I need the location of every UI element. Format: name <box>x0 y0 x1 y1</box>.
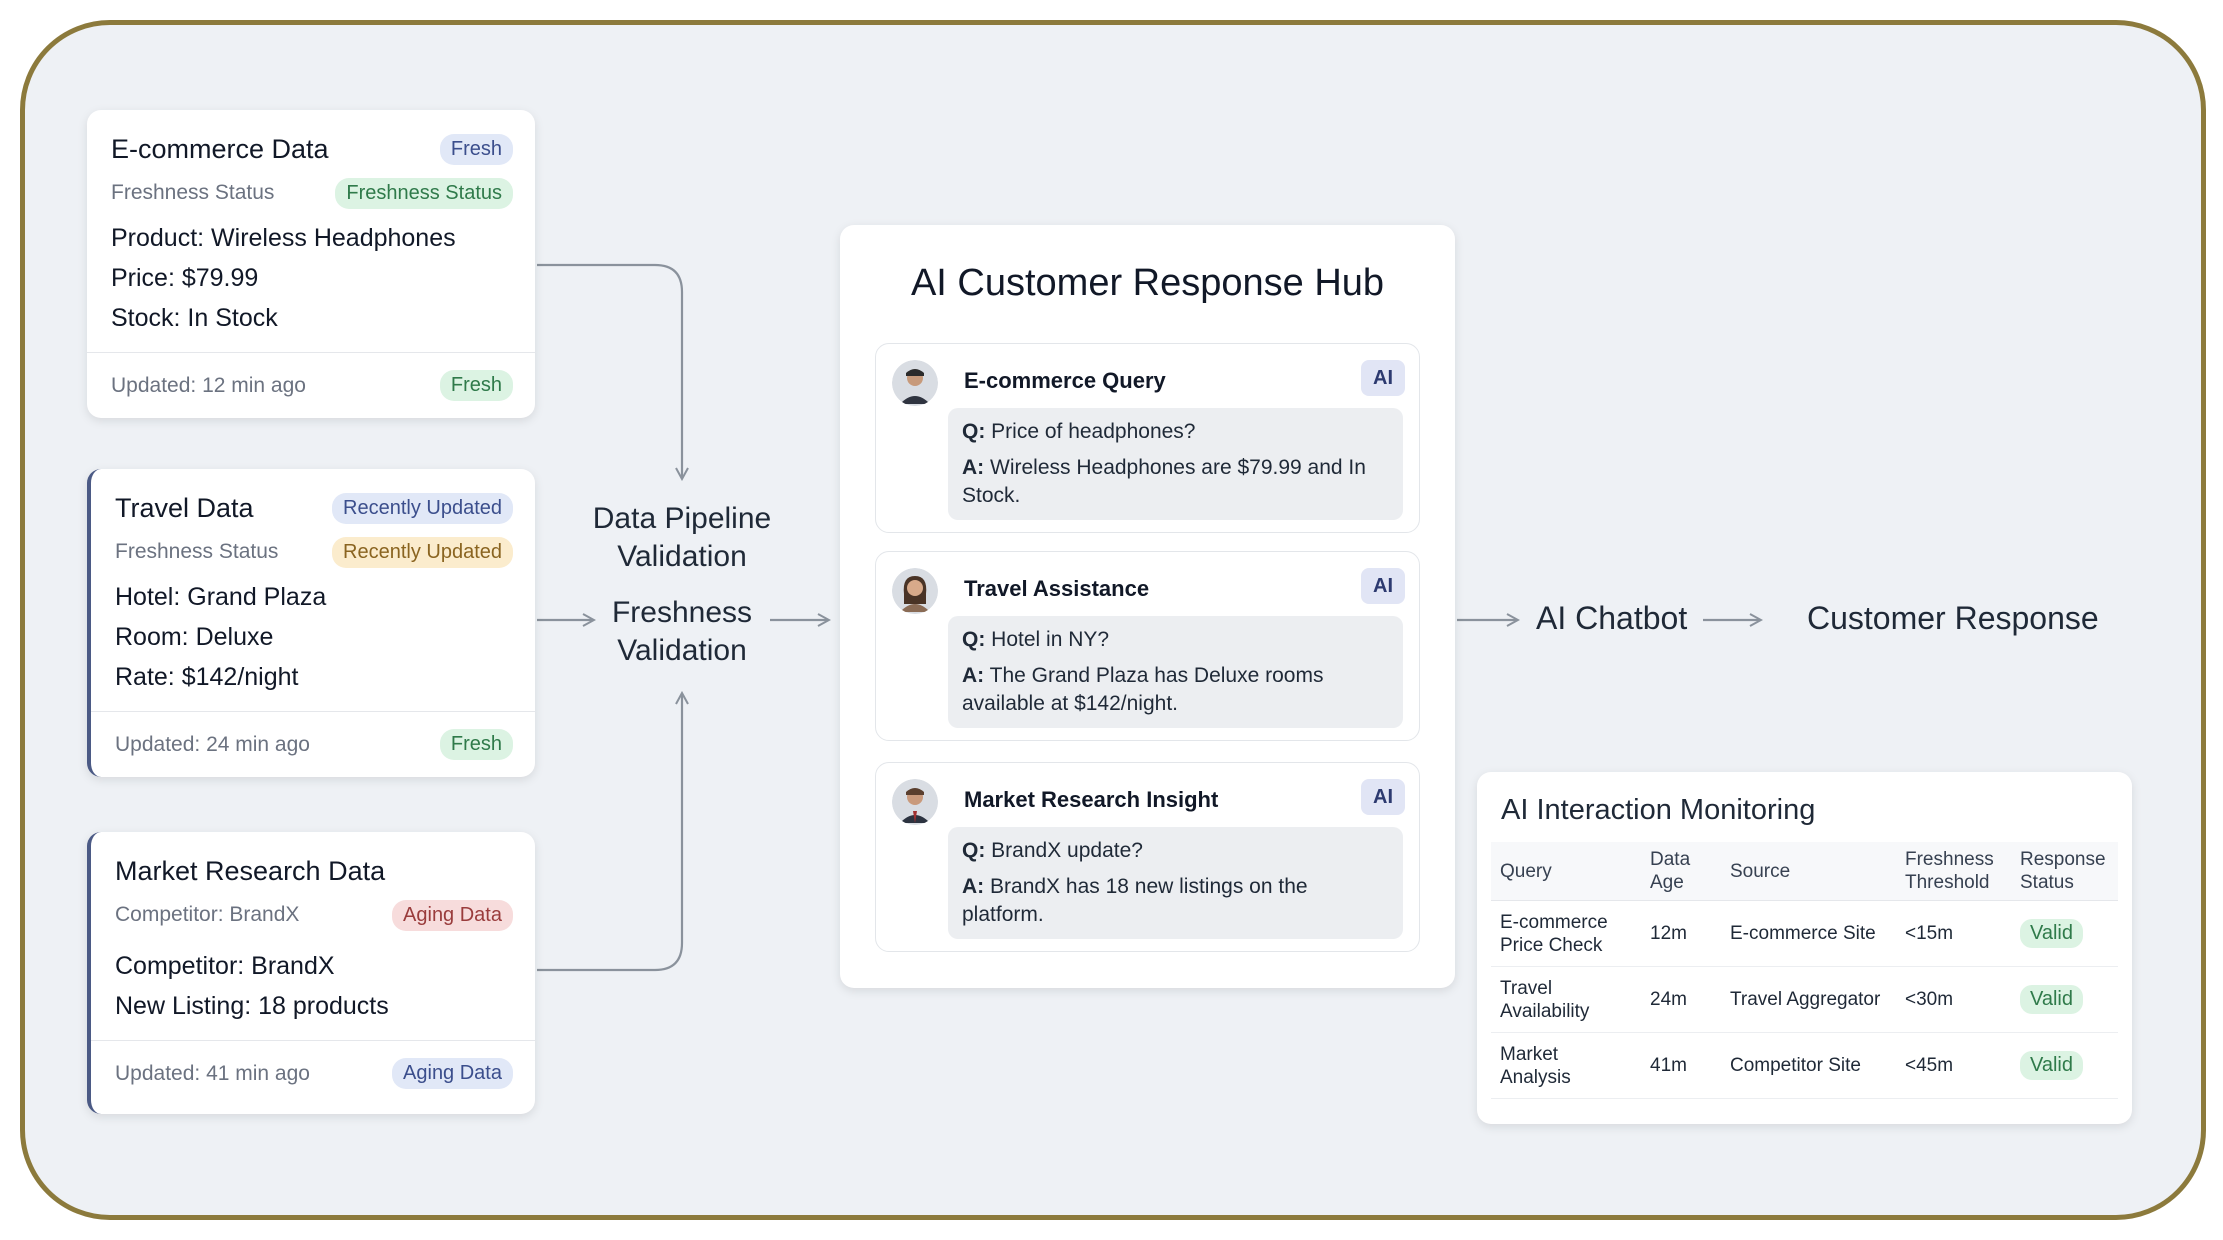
table-cell: Travel Availability <box>1491 966 1641 1033</box>
source-card-travel: Travel Data Recently Updated Freshness S… <box>87 469 535 777</box>
question-text: BrandX update? <box>991 839 1143 862</box>
table-cell: 41m <box>1641 1032 1721 1099</box>
answer-text: BrandX has 18 new listings on the platfo… <box>962 875 1308 926</box>
source-line: Stock: In Stock <box>111 304 278 332</box>
question-prefix: Q: <box>962 420 986 443</box>
question-prefix: Q: <box>962 839 986 862</box>
hub-title: AI Customer Response Hub <box>910 262 1385 304</box>
query-card-ecommerce: E-commerce Query AI Q: Price of headphon… <box>875 343 1420 533</box>
table-cell: Travel Aggregator <box>1721 966 1896 1033</box>
chat-bubble: Q: Price of headphones? A: Wireless Head… <box>948 408 1403 520</box>
answer-text: Wireless Headphones are $79.99 and In St… <box>962 456 1366 507</box>
answer-prefix: A: <box>962 456 985 479</box>
table-row: Market Analysis 41m Competitor Site <45m… <box>1491 1032 2118 1099</box>
source-line: Product: Wireless Headphones <box>111 224 456 252</box>
source-title: E-commerce Data <box>111 133 329 164</box>
source-badge: Recently Updated <box>332 492 513 524</box>
freshness-status-badge: Recently Updated <box>332 536 513 568</box>
avatar-icon <box>892 360 938 406</box>
ai-badge: AI <box>1361 568 1405 604</box>
customer-response-label: Customer Response <box>1807 600 2099 636</box>
column-header: Data Age <box>1641 842 1721 901</box>
arrow-ecommerce-to-pipeline <box>537 263 682 478</box>
freshness-status-badge: Aging Data <box>392 899 513 931</box>
source-card-market-research: Market Research Data Competitor: BrandX … <box>87 832 535 1114</box>
query-title: Travel Assistance <box>964 576 1150 601</box>
table-cell: <30m <box>1896 966 2011 1033</box>
footer-badge: Aging Data <box>392 1058 513 1089</box>
freshness-status-label: Freshness Status <box>115 540 279 563</box>
question-text: Price of headphones? <box>991 420 1196 443</box>
pipeline-label-line: Validation <box>617 634 747 667</box>
pipeline-label-line: Validation <box>617 540 747 573</box>
column-header: Query <box>1491 842 1641 901</box>
answer-text: The Grand Plaza has Deluxe rooms availab… <box>962 664 1324 715</box>
freshness-validation-label: Freshness Validation <box>582 594 782 670</box>
arrow-market-to-pipeline <box>537 694 682 972</box>
chat-bubble: Q: Hotel in NY? A: The Grand Plaza has D… <box>948 616 1403 728</box>
column-header: Freshness Threshold <box>1896 842 2011 901</box>
answer-prefix: A: <box>962 664 985 687</box>
competitor-label: Competitor: BrandX <box>115 903 300 926</box>
table-row: Travel Availability 24m Travel Aggregato… <box>1491 966 2118 1033</box>
monitoring-title: AI Interaction Monitoring <box>1501 794 1816 826</box>
question-prefix: Q: <box>962 628 986 651</box>
answer-prefix: A: <box>962 875 985 898</box>
source-line: Hotel: Grand Plaza <box>115 583 327 611</box>
table-cell: E-commerce Price Check <box>1491 900 1641 967</box>
pipeline-label-line: Freshness <box>611 596 753 629</box>
ai-badge: AI <box>1361 779 1405 815</box>
query-card-travel: Travel Assistance AI Q: Hotel in NY? A: … <box>875 551 1420 741</box>
avatar-icon <box>892 568 938 614</box>
ai-customer-response-hub: AI Customer Response Hub E-commerce Quer… <box>840 225 1455 988</box>
table-cell: Valid <box>2011 966 2118 1033</box>
table-cell: Market Analysis <box>1491 1032 1641 1099</box>
table-row: E-commerce Price Check 12m E-commerce Si… <box>1491 900 2118 967</box>
monitoring-table: Query Data Age Source Freshness Threshol… <box>1491 842 2118 1099</box>
ai-chatbot-label: AI Chatbot <box>1536 600 1688 636</box>
table-cell: <45m <box>1896 1032 2011 1099</box>
source-badge: Fresh <box>439 133 513 165</box>
query-card-market-research: Market Research Insight AI Q: BrandX upd… <box>875 762 1420 952</box>
source-line: Room: Deluxe <box>115 623 274 651</box>
source-line: Rate: $142/night <box>115 663 299 691</box>
table-cell: <15m <box>1896 900 2011 967</box>
status-badge: Valid <box>2020 985 2083 1014</box>
source-line: New Listing: 18 products <box>115 992 389 1020</box>
footer-badge: Fresh <box>439 370 513 401</box>
table-cell: Valid <box>2011 900 2118 967</box>
query-title: E-commerce Query <box>964 368 1166 393</box>
freshness-status-label: Freshness Status <box>111 181 275 204</box>
question-text: Hotel in NY? <box>991 628 1110 651</box>
source-line: Competitor: BrandX <box>115 952 335 980</box>
source-line: Price: $79.99 <box>111 264 259 292</box>
pipeline-label-line: Data Pipeline <box>592 502 772 535</box>
table-cell: E-commerce Site <box>1721 900 1896 967</box>
table-cell: 24m <box>1641 966 1721 1033</box>
table-cell: Valid <box>2011 1032 2118 1099</box>
table-header-row: Query Data Age Source Freshness Threshol… <box>1491 842 2118 901</box>
ai-interaction-monitoring-panel: AI Interaction Monitoring Query Data Age… <box>1477 772 2132 1124</box>
table-cell: 12m <box>1641 900 1721 967</box>
source-card-ecommerce: E-commerce Data Fresh Freshness Status F… <box>87 110 535 418</box>
avatar-icon <box>892 779 938 825</box>
chat-bubble: Q: BrandX update? A: BrandX has 18 new l… <box>948 827 1403 939</box>
updated-text: Updated: 12 min ago <box>111 373 306 397</box>
table-cell: Competitor Site <box>1721 1032 1896 1099</box>
status-badge: Valid <box>2020 919 2083 948</box>
updated-text: Updated: 24 min ago <box>115 732 310 756</box>
updated-text: Updated: 41 min ago <box>115 1061 310 1085</box>
column-header: Source <box>1721 842 1896 901</box>
freshness-status-badge: Freshness Status <box>335 177 513 209</box>
pipeline-validation-label: Data Pipeline Validation <box>582 500 782 576</box>
source-title: Travel Data <box>115 492 254 523</box>
status-badge: Valid <box>2020 1051 2083 1080</box>
source-title: Market Research Data <box>115 855 386 886</box>
ai-badge: AI <box>1361 360 1405 396</box>
column-header: Response Status <box>2011 842 2118 901</box>
footer-badge: Fresh <box>439 729 513 760</box>
query-title: Market Research Insight <box>964 787 1219 812</box>
